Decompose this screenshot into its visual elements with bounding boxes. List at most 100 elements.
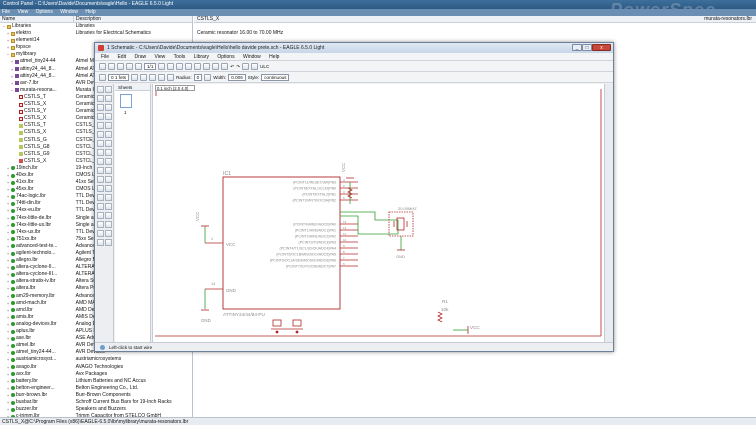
copy-icon[interactable]: [105, 104, 112, 111]
expand-toggle-icon[interactable]: +: [6, 314, 10, 321]
zoom-fit-icon[interactable]: [185, 62, 193, 70]
wire-bend-4-icon[interactable]: [158, 73, 166, 81]
mark-icon[interactable]: [105, 95, 112, 102]
expand-toggle-icon[interactable]: +: [6, 200, 10, 207]
smash-icon[interactable]: [97, 167, 104, 174]
menu-options[interactable]: Options: [36, 9, 53, 15]
move-icon[interactable]: [97, 104, 104, 111]
circle-icon[interactable]: [97, 194, 104, 201]
script-icon[interactable]: [167, 62, 175, 70]
expand-toggle-icon[interactable]: +: [6, 285, 10, 292]
expand-toggle-icon[interactable]: +: [10, 66, 14, 73]
sheet-thumbnail[interactable]: [120, 94, 132, 108]
menu-window[interactable]: Window: [60, 9, 78, 15]
sch-menu-tools[interactable]: Tools: [174, 54, 186, 60]
tree-row[interactable]: + battery.lbr Lithium Batteries and NC Acc…: [0, 378, 192, 385]
attribute-icon[interactable]: [97, 230, 104, 237]
tree-row[interactable]: + belton-engineer... Belton Engineering Co…: [0, 385, 192, 392]
column-description[interactable]: Description: [74, 16, 101, 22]
expand-toggle-icon[interactable]: +: [6, 222, 10, 229]
wire-bend-2-icon[interactable]: [140, 73, 148, 81]
schematic-drawing[interactable]: IC1 ATTINY24/44/84-PU VCC GND 1 14 (PCIN…: [153, 84, 605, 342]
expand-toggle-icon[interactable]: +: [6, 278, 10, 285]
tree-row[interactable]: + busbar.lbr Schroff Current Bus Bars for …: [0, 399, 192, 406]
expand-toggle-icon[interactable]: +: [6, 349, 10, 356]
layer-icon[interactable]: [99, 73, 106, 81]
cam-icon[interactable]: [126, 62, 133, 70]
expand-toggle-icon[interactable]: −: [2, 23, 6, 30]
expand-toggle-icon[interactable]: +: [6, 321, 10, 328]
expand-toggle-icon[interactable]: +: [6, 30, 10, 37]
canvas-vertical-scrollbar[interactable]: [604, 84, 613, 342]
tree-row[interactable]: + austriamicrosyst... austriamicrosystems: [0, 356, 192, 363]
wire-bend-5-icon[interactable]: [167, 73, 175, 81]
sch-menu-view[interactable]: View: [155, 54, 166, 60]
expand-toggle-icon[interactable]: +: [6, 335, 10, 342]
redo-icon[interactable]: ↷: [236, 63, 240, 70]
expand-toggle-icon[interactable]: +: [6, 364, 10, 371]
menu-file[interactable]: File: [2, 9, 10, 15]
sch-menu-window[interactable]: Window: [243, 54, 261, 60]
junction-icon[interactable]: [97, 221, 104, 228]
sch-menu-draw[interactable]: Draw: [134, 54, 146, 60]
expand-toggle-icon[interactable]: +: [10, 80, 14, 87]
rotate-icon[interactable]: [105, 113, 112, 120]
expand-toggle-icon[interactable]: +: [6, 371, 10, 378]
print-icon[interactable]: [117, 62, 124, 70]
radius-input[interactable]: 0: [193, 73, 203, 81]
schematic-window[interactable]: 1 Schematic - C:\Users\Davide\Documents\…: [94, 42, 614, 352]
expand-toggle-icon[interactable]: +: [6, 207, 10, 214]
expand-toggle-icon[interactable]: +: [6, 406, 10, 413]
go-icon[interactable]: [251, 62, 259, 70]
miter-tool-icon[interactable]: [105, 167, 112, 174]
expand-toggle-icon[interactable]: +: [6, 392, 10, 399]
net-icon[interactable]: [105, 212, 112, 219]
delete-icon[interactable]: [105, 131, 112, 138]
show-icon[interactable]: [105, 86, 112, 93]
schematic-title-bar[interactable]: 1 Schematic - C:\Users\Davide\Documents\…: [95, 43, 613, 53]
expand-toggle-icon[interactable]: +: [6, 293, 10, 300]
maximize-button[interactable]: □: [582, 44, 592, 51]
split-icon[interactable]: [97, 176, 104, 183]
save-icon[interactable]: [108, 62, 115, 70]
expand-toggle-icon[interactable]: +: [10, 73, 14, 80]
expand-toggle-icon[interactable]: +: [6, 37, 10, 44]
dimension-icon[interactable]: [105, 230, 112, 237]
label-icon[interactable]: [105, 221, 112, 228]
gateswap-icon[interactable]: [105, 149, 112, 156]
expand-toggle-icon[interactable]: +: [6, 165, 10, 172]
wire-bend-3-icon[interactable]: [149, 73, 157, 81]
expand-toggle-icon[interactable]: +: [6, 399, 10, 406]
close-button[interactable]: x: [592, 44, 611, 51]
zoom-out-icon[interactable]: [203, 62, 211, 70]
menu-view[interactable]: View: [17, 9, 28, 15]
zoom-in-icon[interactable]: [194, 62, 202, 70]
expand-toggle-icon[interactable]: +: [6, 307, 10, 314]
sch-menu-options[interactable]: Options: [217, 54, 234, 60]
stop-icon[interactable]: [242, 62, 250, 70]
bus-icon[interactable]: [97, 212, 104, 219]
column-name[interactable]: Name: [0, 16, 74, 22]
board-icon[interactable]: [135, 62, 142, 70]
ulp-icon[interactable]: [176, 62, 184, 70]
expand-toggle-icon[interactable]: +: [6, 264, 10, 271]
expand-toggle-icon[interactable]: +: [6, 257, 10, 264]
text-icon[interactable]: [105, 185, 112, 192]
expand-toggle-icon[interactable]: +: [6, 356, 10, 363]
sheet-select[interactable]: 1/1: [144, 62, 157, 70]
width-input[interactable]: 0.006: [228, 73, 246, 81]
schematic-canvas[interactable]: IC1 ATTINY24/44/84-PU VCC GND 1 14 (PCIN…: [152, 84, 604, 342]
expand-toggle-icon[interactable]: +: [6, 44, 10, 51]
use-library-icon[interactable]: [158, 62, 166, 70]
expand-toggle-icon[interactable]: +: [6, 271, 10, 278]
add-icon[interactable]: [97, 140, 104, 147]
errors-icon[interactable]: [105, 239, 112, 246]
miter-icon[interactable]: [204, 73, 212, 81]
change-icon[interactable]: [105, 122, 112, 129]
expand-toggle-icon[interactable]: +: [6, 229, 10, 236]
tree-row[interactable]: + elektro Libraries for Electrical Schemat…: [0, 30, 192, 37]
undo-icon[interactable]: ↶: [230, 63, 234, 70]
arc-icon[interactable]: [105, 194, 112, 201]
expand-toggle-icon[interactable]: +: [6, 179, 10, 186]
polygon-icon[interactable]: [105, 203, 112, 210]
